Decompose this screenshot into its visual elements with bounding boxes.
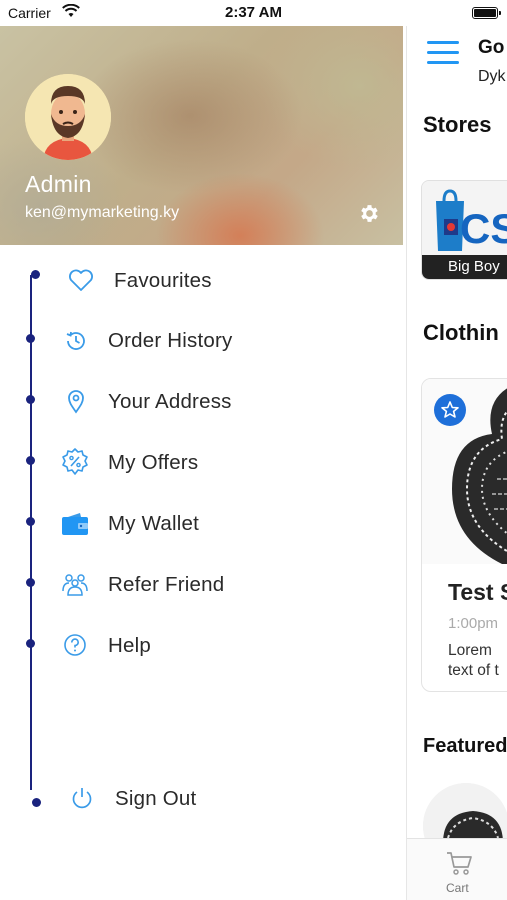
- tab-label-cart[interactable]: Cart: [446, 881, 469, 895]
- cart-icon[interactable]: [445, 850, 473, 876]
- menu-item-my-offers[interactable]: My Offers: [0, 440, 400, 484]
- menu-label-refer-friend: Refer Friend: [108, 573, 225, 596]
- timeline-dot: [31, 270, 40, 279]
- menu-label-favourites: Favourites: [114, 269, 212, 292]
- menu-item-my-wallet[interactable]: My Wallet: [0, 501, 400, 545]
- product-description-line: Lorem: [448, 642, 492, 659]
- main-app-screen: Go Dyk Stores CS Big Boy Clothin Test S: [406, 0, 507, 900]
- sign-out-button[interactable]: Sign Out: [0, 776, 400, 820]
- help-icon: [64, 634, 86, 656]
- menu-item-order-history[interactable]: Order History: [0, 318, 400, 362]
- section-title-stores: Stores: [423, 112, 492, 137]
- timeline-dot: [32, 798, 41, 807]
- carrier-label: Carrier: [8, 5, 51, 21]
- profile-name: Admin: [25, 171, 92, 197]
- heart-icon: [69, 269, 93, 291]
- menu-label-my-offers: My Offers: [108, 451, 199, 474]
- avatar[interactable]: [25, 74, 111, 160]
- store-card[interactable]: CS Big Boy: [421, 180, 507, 280]
- discount-badge-icon: [62, 448, 88, 475]
- bottom-tab-bar: Cart: [407, 838, 507, 900]
- menu-label-your-address: Your Address: [108, 390, 232, 413]
- drawer-header: Admin ken@mymarketing.ky: [0, 26, 403, 245]
- avatar-illustration: [25, 74, 111, 160]
- profile-email: ken@mymarketing.ky: [25, 204, 180, 221]
- menu-label-order-history: Order History: [108, 329, 233, 352]
- svg-text:CS: CS: [460, 205, 507, 252]
- hamburger-menu-icon[interactable]: [427, 41, 459, 65]
- menu-label-my-wallet: My Wallet: [108, 512, 200, 535]
- store-logo-image: CS: [422, 181, 507, 257]
- location-pin-icon: [68, 390, 84, 414]
- menu-label-sign-out: Sign Out: [115, 787, 197, 810]
- app-greeting: Go: [478, 37, 505, 58]
- favourite-star-badge[interactable]: [434, 394, 466, 426]
- wallet-icon: [62, 513, 88, 535]
- menu-item-refer-friend[interactable]: Refer Friend: [0, 562, 400, 606]
- battery-icon: [472, 7, 501, 19]
- product-description-line: text of t: [448, 662, 499, 679]
- timeline-dot: [26, 517, 35, 526]
- history-icon: [66, 331, 85, 350]
- timeline-dot: [26, 395, 35, 404]
- section-title-featured: Featured: [423, 735, 507, 757]
- star-icon: [441, 401, 459, 418]
- gear-icon[interactable]: [358, 202, 381, 225]
- store-name: Big Boy: [422, 255, 507, 279]
- menu-item-favourites[interactable]: Favourites: [0, 258, 400, 302]
- menu-item-your-address[interactable]: Your Address: [0, 379, 400, 423]
- status-bar: Carrier 2:37 AM: [0, 0, 507, 26]
- product-description: Lorem text of t: [448, 641, 499, 681]
- clock-time: 2:37 AM: [225, 4, 282, 21]
- product-time: 1:00pm: [448, 615, 499, 632]
- timeline-dot: [26, 639, 35, 648]
- timeline-dot: [26, 334, 35, 343]
- wifi-icon: [62, 4, 80, 17]
- section-title-clothing: Clothin: [423, 320, 499, 345]
- power-icon: [72, 788, 92, 809]
- menu-item-help[interactable]: Help: [0, 623, 400, 667]
- app-location: Dyk: [478, 68, 506, 85]
- product-card[interactable]: Test S 1:00pm Lorem text of t: [421, 378, 507, 692]
- timeline-dot: [26, 456, 35, 465]
- friends-icon: [62, 574, 88, 596]
- menu-label-help: Help: [108, 634, 151, 657]
- product-title: Test S: [448, 579, 507, 605]
- timeline-dot: [26, 578, 35, 587]
- navigation-drawer: Admin ken@mymarketing.ky Favourites Orde…: [0, 0, 406, 900]
